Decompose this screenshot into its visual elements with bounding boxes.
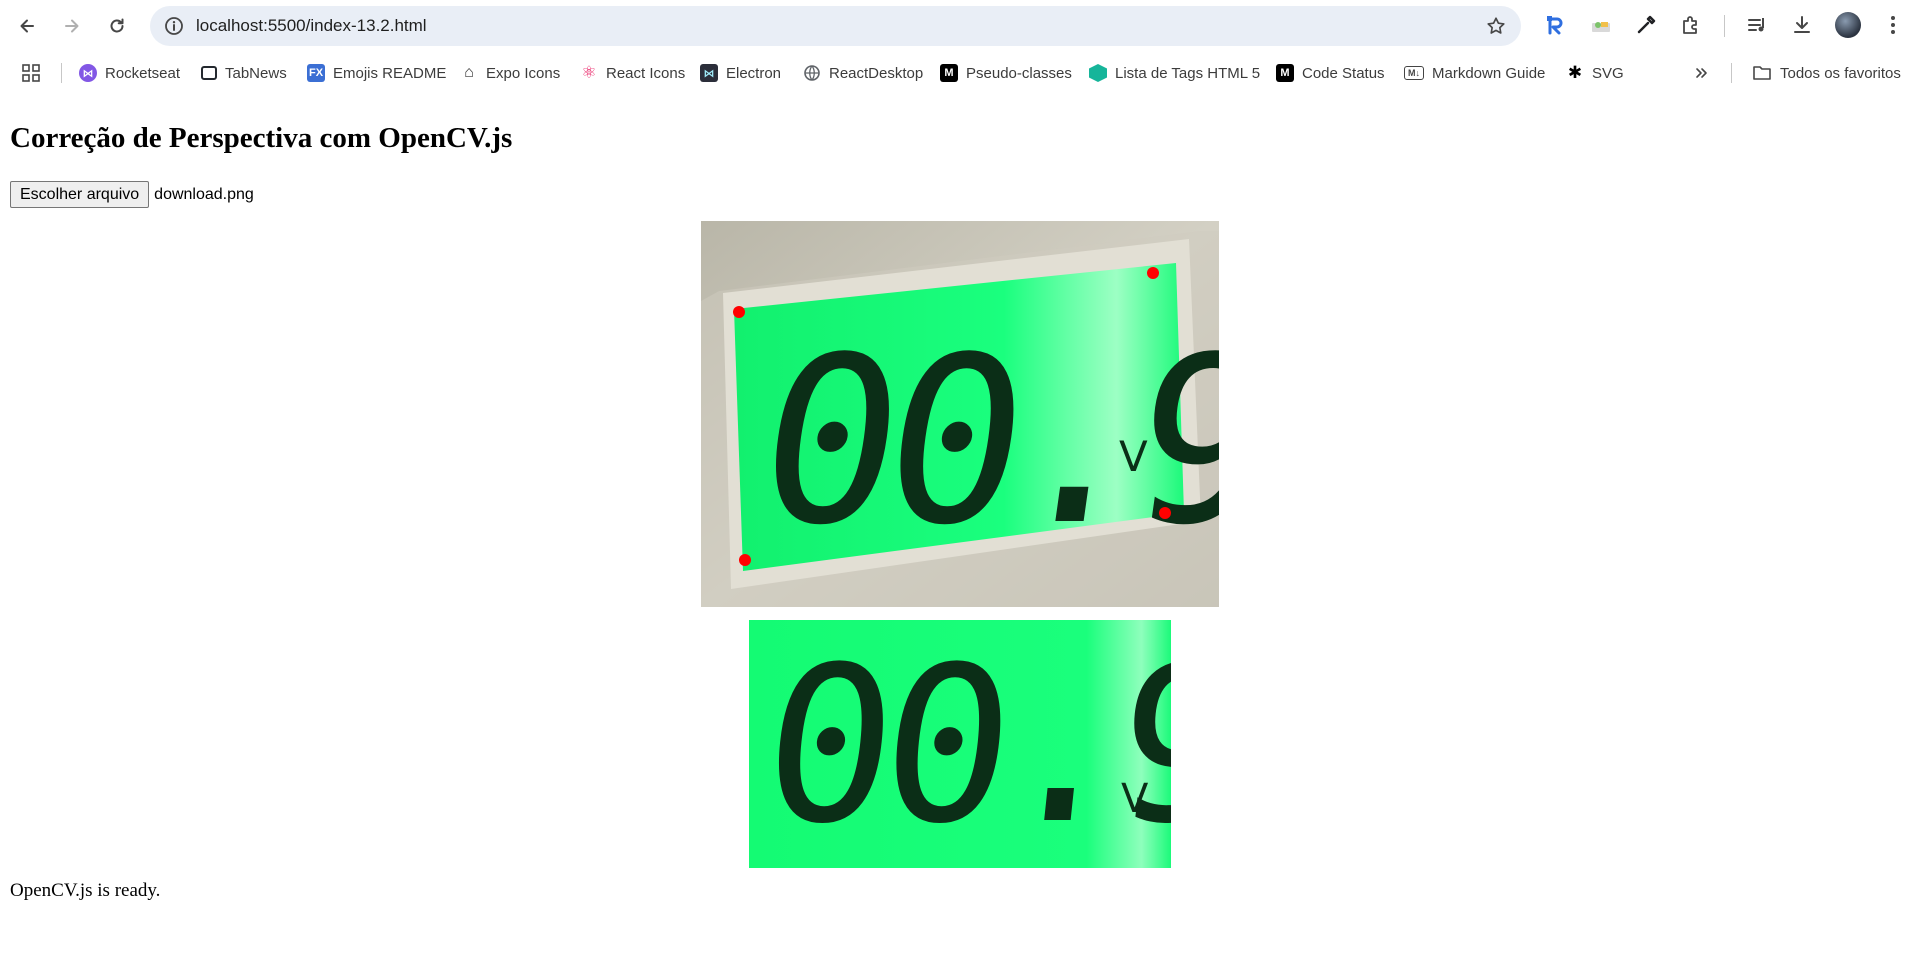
bookmark-lista-tags-html5[interactable]: Lista de Tags HTML 5 <box>1089 60 1260 86</box>
bookmarks-divider <box>61 63 62 83</box>
electron-icon: ⋈ <box>700 64 718 82</box>
mdn-icon: M <box>1276 64 1294 82</box>
apps-grid-icon[interactable] <box>21 60 41 86</box>
all-bookmarks-label: Todos os favoritos <box>1780 64 1901 82</box>
hex-icon <box>1089 64 1107 82</box>
bookmark-react-icons[interactable]: ⚛ React Icons <box>580 60 685 86</box>
svg-icon: ✱ <box>1567 63 1583 82</box>
corner-marker-top-right[interactable] <box>1147 267 1159 279</box>
toolbar-divider <box>1724 15 1725 37</box>
reload-icon <box>110 18 124 33</box>
lcd-unit-text: V <box>1119 432 1148 481</box>
lcd-digits-corrected: 00.9 <box>753 621 1171 868</box>
selected-file-name: download.png <box>154 185 254 203</box>
profile-avatar[interactable] <box>1835 12 1861 38</box>
bookmark-label: SVG <box>1592 64 1624 82</box>
arrow-right-icon <box>65 19 79 33</box>
bookmark-label: Electron <box>726 64 782 82</box>
all-bookmarks-folder[interactable]: Todos os favoritos <box>1752 60 1901 86</box>
bookmarks-bar: ⋈ Rocketseat TabNews FX Emojis README ⌂ … <box>0 50 1919 94</box>
bookmark-emojis-readme[interactable]: FX Emojis README <box>307 60 446 86</box>
bookmark-pseudo-classes[interactable]: M Pseudo-classes <box>940 60 1072 86</box>
site-info-icon[interactable] <box>164 16 184 36</box>
bookmark-code-status[interactable]: M Code Status <box>1276 60 1385 86</box>
extension-photo-icon[interactable] <box>1587 11 1615 39</box>
bookmark-label: Code Status <box>1302 64 1385 82</box>
corrected-unit-text: V <box>1121 776 1149 822</box>
bookmark-tabnews[interactable]: TabNews <box>201 60 287 86</box>
bookmarks-divider <box>1731 63 1732 83</box>
address-bar[interactable]: localhost:5500/index-13.2.html <box>150 6 1521 46</box>
tabnews-icon <box>201 66 217 80</box>
page-title: Correção de Perspectiva com OpenCV.js <box>10 122 513 154</box>
browser-toolbar: localhost:5500/index-13.2.html <box>0 0 1919 50</box>
reload-button[interactable] <box>99 8 135 44</box>
globe-icon <box>803 64 821 82</box>
bookmark-label: Expo Icons <box>486 64 561 82</box>
bookmark-svg[interactable]: ✱ SVG <box>1566 60 1624 86</box>
download-icon[interactable] <box>1788 11 1816 39</box>
bookmark-label: React Icons <box>606 64 686 82</box>
bookmarks-overflow-chevron-icon[interactable] <box>1694 60 1710 86</box>
url-text[interactable]: localhost:5500/index-13.2.html <box>196 6 427 46</box>
arrow-left-icon <box>20 19 34 33</box>
corner-marker-bottom-left[interactable] <box>739 554 751 566</box>
bookmark-markdown-guide[interactable]: M↓ Markdown Guide <box>1404 60 1545 86</box>
bookmark-label: Lista de Tags HTML 5 <box>1115 64 1261 82</box>
mdn-icon: M <box>940 64 958 82</box>
rocketseat-icon: ⋈ <box>79 64 97 82</box>
extensions-puzzle-icon[interactable] <box>1677 11 1705 39</box>
bookmark-star-icon[interactable] <box>1485 15 1507 37</box>
folder-icon <box>1753 66 1771 80</box>
back-button[interactable] <box>9 8 45 44</box>
menu-kebab-icon[interactable] <box>1879 11 1907 39</box>
bookmark-label: Pseudo-classes <box>966 64 1072 82</box>
output-image-canvas: 00.9 V <box>749 620 1171 868</box>
fx-icon: FX <box>307 64 325 82</box>
react-icon: ⚛ <box>581 63 597 82</box>
bookmark-label: Markdown Guide <box>1432 64 1546 82</box>
corrected-reading-text: 00.9 <box>753 621 1171 868</box>
eyedropper-icon[interactable] <box>1632 11 1660 39</box>
markdown-icon: M↓ <box>1404 66 1424 80</box>
input-image-canvas[interactable]: 00.9 V <box>701 221 1219 607</box>
forward-button[interactable] <box>54 8 90 44</box>
expo-icon: ⌂ <box>464 64 474 81</box>
file-input[interactable]: Escolher arquivo download.png <box>10 181 254 208</box>
bookmark-label: Emojis README <box>333 64 447 82</box>
bookmark-expo-icons[interactable]: ⌂ Expo Icons <box>460 60 560 86</box>
bookmark-label: Rocketseat <box>105 64 181 82</box>
bookmark-label: TabNews <box>225 64 287 82</box>
bookmark-rocketseat[interactable]: ⋈ Rocketseat <box>79 60 180 86</box>
corner-marker-top-left[interactable] <box>733 306 745 318</box>
media-control-icon[interactable] <box>1743 11 1771 39</box>
corner-marker-bottom-right[interactable] <box>1159 507 1171 519</box>
status-message: OpenCV.js is ready. <box>10 880 161 901</box>
extension-r-icon[interactable] <box>1542 11 1570 39</box>
choose-file-button[interactable]: Escolher arquivo <box>10 181 150 208</box>
bookmark-electron[interactable]: ⋈ Electron <box>700 60 781 86</box>
bookmark-reactdesktop[interactable]: ReactDesktop <box>803 60 923 86</box>
bookmark-label: ReactDesktop <box>829 64 924 82</box>
